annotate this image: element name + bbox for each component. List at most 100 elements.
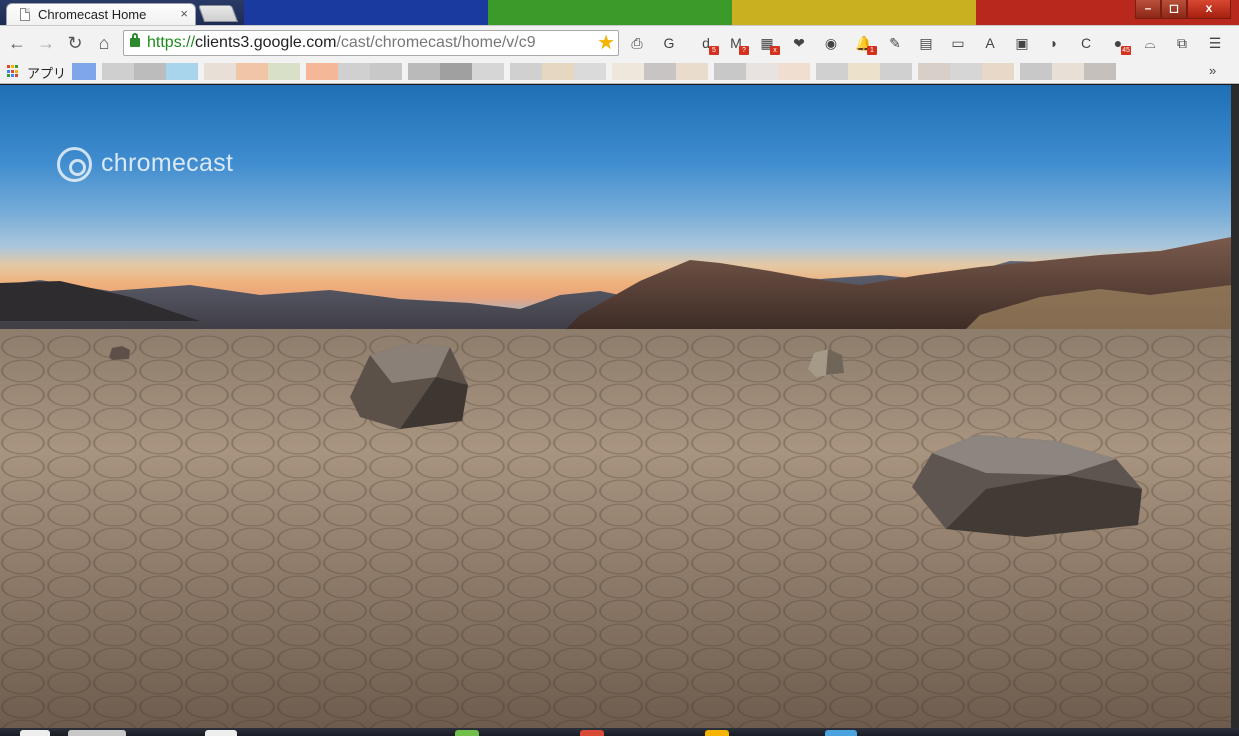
taskbar-item[interactable] — [705, 730, 729, 736]
bookmark-item[interactable] — [848, 63, 880, 80]
translate-icon[interactable]: A — [981, 34, 999, 52]
taskbar-start-item[interactable] — [20, 730, 50, 736]
taskbar-item[interactable] — [580, 730, 604, 736]
extension-badge: x — [770, 46, 780, 55]
bookmark-item[interactable] — [338, 63, 370, 80]
bookmark-item[interactable] — [612, 63, 644, 80]
taskbar-item[interactable] — [825, 730, 857, 736]
apps-grid-dot — [7, 74, 10, 78]
address-bar[interactable]: https://clients3.google.com/cast/chromec… — [123, 30, 619, 56]
extension-badge: 45 — [1121, 46, 1131, 55]
bookmark-item[interactable] — [676, 63, 708, 80]
digg-icon[interactable]: d5 — [697, 34, 719, 55]
page-favicon-icon — [20, 8, 30, 21]
os-taskbar — [0, 728, 1239, 736]
pocket-icon[interactable]: ❤ — [790, 34, 808, 52]
incognito-icon[interactable]: ⌓ — [1141, 34, 1159, 52]
apps-grid-icon[interactable] — [7, 65, 20, 78]
bookmark-item[interactable] — [472, 63, 504, 80]
chromecast-backdrop: chromecast — [0, 85, 1231, 728]
extension-badge: ? — [739, 46, 749, 55]
bookmark-star-icon[interactable]: ★ — [597, 32, 615, 54]
c-extension-icon[interactable]: C — [1077, 34, 1095, 52]
close-window-button[interactable]: x — [1187, 0, 1231, 19]
reload-button[interactable]: ↻ — [65, 33, 85, 53]
bookmark-item[interactable] — [440, 63, 472, 80]
cast-icon[interactable]: ⧉ — [1173, 34, 1191, 52]
minimize-button[interactable]: – — [1135, 0, 1161, 19]
maximize-button[interactable]: ◻ — [1161, 0, 1187, 19]
apps-grid-dot — [11, 65, 14, 68]
bookmark-item[interactable] — [134, 63, 166, 80]
calendar-icon[interactable]: ▦ x — [758, 34, 780, 55]
chromecast-wordmark: chromecast — [101, 149, 234, 177]
ruler-icon[interactable]: ▭ — [949, 34, 967, 52]
menu-icon[interactable]: ☰ — [1206, 34, 1224, 52]
url-path: /cast/chromecast/home/v/c9 — [336, 34, 536, 51]
chrome-logo-icon — [57, 147, 92, 182]
window-right-edge — [1231, 85, 1239, 728]
new-tab-button[interactable] — [197, 5, 239, 22]
tab-title: Chromecast Home — [38, 7, 147, 22]
url-host: clients3.google.com — [195, 34, 337, 51]
bookmarks-bar: アプリ » — [0, 60, 1239, 84]
gmail-icon[interactable]: M? — [727, 34, 749, 55]
bookmark-item[interactable] — [982, 63, 1014, 80]
color-picker-icon[interactable]: ◉ — [822, 34, 840, 52]
bookmark-item[interactable] — [72, 63, 96, 80]
tab-strip: Chromecast Home × – ◻ x — [0, 0, 1239, 25]
bookmark-item[interactable] — [918, 63, 950, 80]
bookmark-item[interactable] — [746, 63, 778, 80]
bookmark-item[interactable] — [644, 63, 676, 80]
taskbar-chrome-item[interactable] — [68, 730, 126, 736]
url-scheme: https:// — [147, 34, 196, 51]
forward-button[interactable]: → — [36, 33, 56, 53]
bookmark-item[interactable] — [950, 63, 982, 80]
bookmark-item[interactable] — [166, 63, 198, 80]
tab-chromecast-home[interactable]: Chromecast Home × — [6, 3, 196, 25]
tab-close-icon[interactable]: × — [180, 7, 188, 21]
url-text: https://clients3.google.com/cast/chromec… — [147, 34, 597, 52]
grammar-g-icon[interactable]: G — [660, 34, 678, 52]
bookmark-item[interactable] — [880, 63, 912, 80]
bookmark-item[interactable] — [1052, 63, 1084, 80]
screenshot-icon[interactable]: ▣ — [1013, 34, 1031, 52]
back-button[interactable]: ← — [7, 33, 27, 53]
taskbar-item[interactable] — [205, 730, 237, 736]
apps-grid-dot — [11, 69, 14, 73]
green-counter-icon[interactable]: ● 45 — [1109, 34, 1131, 55]
bookmark-item[interactable] — [102, 63, 134, 80]
theme-stripe-blue — [244, 0, 488, 25]
bookmark-item[interactable] — [306, 63, 338, 80]
bookmark-item[interactable] — [370, 63, 402, 80]
bookmark-item[interactable] — [510, 63, 542, 80]
apps-grid-dot — [15, 65, 18, 68]
bookmark-item[interactable] — [714, 63, 746, 80]
bookmarks-overflow-button[interactable]: » — [1209, 63, 1216, 78]
apps-grid-dot — [11, 74, 14, 78]
pin-icon[interactable]: ✎ — [886, 34, 904, 52]
bookmark-item[interactable] — [204, 63, 236, 80]
bookmark-item[interactable] — [778, 63, 810, 80]
bookmark-item[interactable] — [408, 63, 440, 80]
apps-grid-dot — [7, 65, 10, 68]
bookmark-item[interactable] — [816, 63, 848, 80]
rock-large-left — [350, 343, 468, 429]
apps-shortcut-label[interactable]: アプリ — [27, 63, 66, 82]
speech-bubble-icon[interactable]: ◗ — [1045, 34, 1063, 52]
page-capture-icon[interactable]: ⎙ — [628, 34, 646, 52]
bookmark-item[interactable] — [1020, 63, 1052, 80]
extension-badge: 1 — [867, 46, 877, 55]
bookmark-item[interactable] — [268, 63, 300, 80]
theme-stripe-green — [488, 0, 732, 25]
apps-grid-dot — [15, 74, 18, 78]
bookmark-item[interactable] — [542, 63, 574, 80]
browser-toolbar: ← → ↻ ⌂ https://clients3.google.com/cast… — [0, 25, 1239, 60]
bookmark-item[interactable] — [1084, 63, 1116, 80]
home-button[interactable]: ⌂ — [94, 33, 114, 53]
bookmark-item[interactable] — [574, 63, 606, 80]
chart-icon[interactable]: ▤ — [917, 34, 935, 52]
notification-bell-icon[interactable]: 🔔 1 — [855, 34, 877, 55]
taskbar-item[interactable] — [455, 730, 479, 736]
bookmark-item[interactable] — [236, 63, 268, 80]
